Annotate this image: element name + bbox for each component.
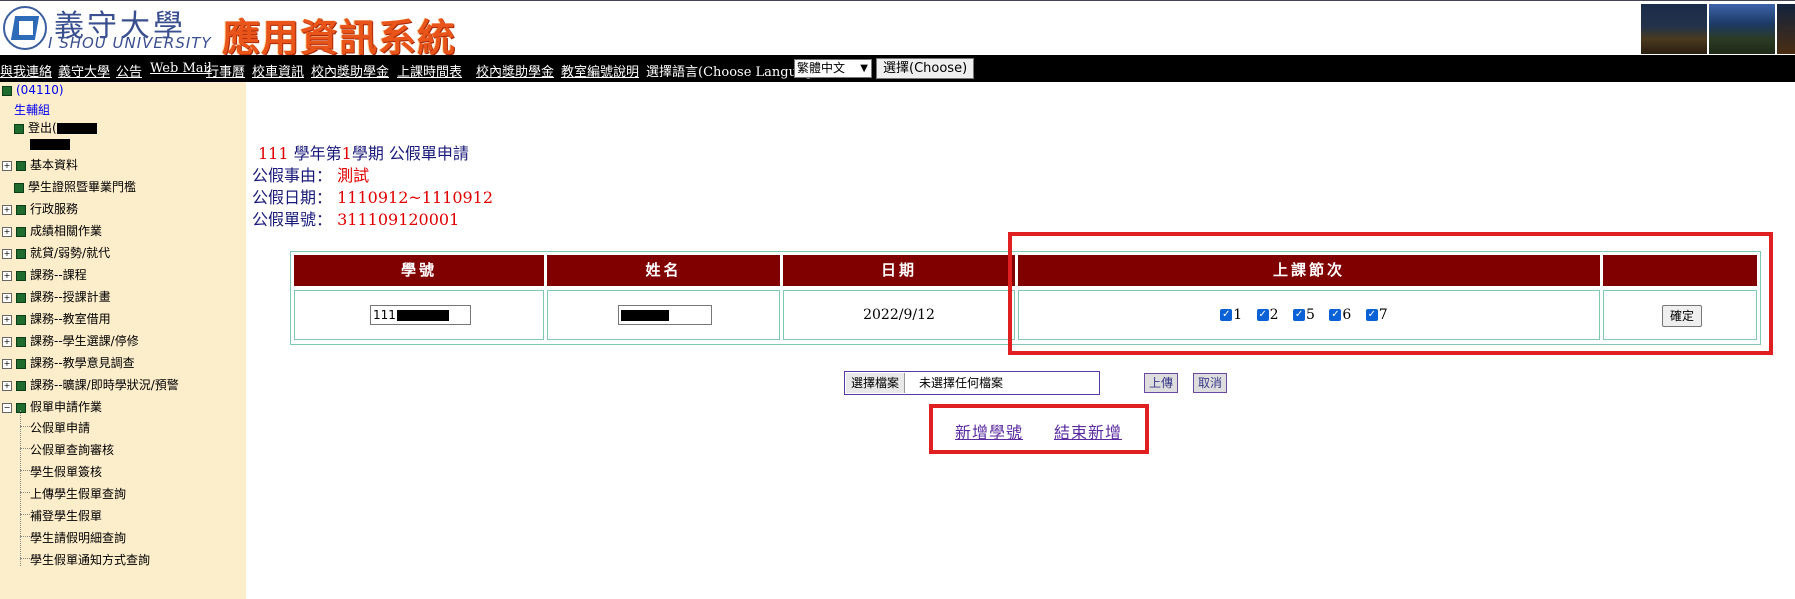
sidebar-item-certificate[interactable]: 學生證照暨畢業門檻 <box>14 178 136 195</box>
folder-icon <box>16 380 26 391</box>
site-header: 義守大學 I SHOU UNIVERSITY 應用資訊系統 <box>0 0 1795 60</box>
university-name-en: I SHOU UNIVERSITY <box>48 34 212 52</box>
redacted-block <box>621 310 669 321</box>
node-icon <box>14 123 24 134</box>
sidebar-item-absence[interactable]: + 課務--曠課/即時學狀況/預警 <box>2 376 179 393</box>
sidebar-subitem-leave-detail[interactable]: 學生請假明細查詢 <box>30 529 126 546</box>
nav-link-scholarship-2[interactable]: 校內獎助學金 <box>476 61 554 80</box>
folder-icon <box>16 336 26 347</box>
tree-dept[interactable]: 生輔組 <box>14 101 50 118</box>
campus-photo-2 <box>1709 4 1775 54</box>
cell-date: 2022/9/12 <box>783 290 1015 340</box>
choose-file-button[interactable]: 選擇檔案 <box>846 373 906 393</box>
folder-icon <box>16 226 26 237</box>
redacted-block <box>396 310 449 321</box>
sidebar-item-basic-info[interactable]: + 基本資料 <box>2 156 78 173</box>
form-title: 111 學年第1學期 公假單申請 <box>258 144 469 163</box>
nav-link-isu[interactable]: 義守大學 <box>58 61 110 80</box>
university-logo <box>3 6 47 50</box>
sidebar-item-survey[interactable]: + 課務--教學意見調查 <box>2 354 135 371</box>
nav-link-contact[interactable]: 與我連絡 <box>0 61 52 80</box>
sidebar-subitem-leave-sign[interactable]: 學生假單簽核 <box>30 463 102 480</box>
campus-photo-1 <box>1641 4 1707 54</box>
file-status: 未選擇任何檔案 <box>919 376 1004 390</box>
folder-icon <box>16 204 26 215</box>
chevron-down-icon: ▼ <box>860 63 868 74</box>
sidebar-subitem-make-up[interactable]: 補登學生假單 <box>30 507 102 524</box>
highlight-box-actions <box>929 404 1149 454</box>
column-header-student-id: 學號 <box>294 255 544 286</box>
sidebar-item-enroll[interactable]: + 課務--學生選課/停修 <box>2 332 139 349</box>
nav-link-scholarship[interactable]: 校內獎助學金 <box>311 61 389 80</box>
sidebar-item-course[interactable]: + 課務--課程 <box>2 266 87 283</box>
folder-icon <box>16 248 26 259</box>
folder-icon <box>16 160 26 171</box>
nav-link-classroom-code[interactable]: 教室編號說明 <box>561 61 639 80</box>
tree-root[interactable]: (04110) <box>2 83 64 97</box>
sidebar-tree: (04110) 生輔組 登出( + 基本資料 學生證照暨畢業門檻 + 行政服務 + 成… <box>0 82 246 599</box>
leave-date: 公假日期： 1110912~1110912 <box>252 188 494 207</box>
campus-photo-3 <box>1777 4 1795 54</box>
sidebar-item-grades[interactable]: + 成績相關作業 <box>2 222 102 239</box>
folder-icon <box>16 270 26 281</box>
folder-icon <box>16 358 26 369</box>
column-header-name: 姓名 <box>547 255 780 286</box>
folder-open-icon <box>16 402 26 413</box>
sidebar-subitem-official-leave[interactable]: 公假單申請 <box>30 419 90 436</box>
cancel-button[interactable]: 取消 <box>1193 373 1228 393</box>
folder-icon <box>16 314 26 325</box>
sidebar-subitem-notify[interactable]: 學生假單通知方式查詢 <box>30 551 150 568</box>
leave-reason: 公假事由： 測試 <box>252 166 370 185</box>
nav-link-webmail[interactable]: Web Mail <box>150 61 212 76</box>
sidebar-item-syllabus[interactable]: + 課務--授課計畫 <box>2 288 111 305</box>
upload-button[interactable]: 上傳 <box>1144 373 1179 393</box>
language-select[interactable]: 繁體中文 ▼ <box>794 59 872 78</box>
collapse-icon[interactable] <box>2 85 12 96</box>
highlight-box-periods <box>1008 232 1773 355</box>
redacted-block <box>56 123 97 134</box>
choose-language-button[interactable]: 選擇(Choose) <box>876 58 975 79</box>
name-input[interactable] <box>618 305 712 325</box>
sidebar-item-leave[interactable]: − 假單申請作業 <box>2 398 102 415</box>
sidebar-item-loans[interactable]: + 就貸/弱勢/就代 <box>2 244 110 261</box>
tree-logout[interactable]: 登出( <box>14 119 97 136</box>
column-header-date: 日期 <box>783 255 1015 286</box>
tree-connector <box>20 410 21 566</box>
sidebar-subitem-upload-query[interactable]: 上傳學生假單查詢 <box>30 485 126 502</box>
nav-link-class-schedule[interactable]: 上課時間表 <box>397 61 462 80</box>
cell-name <box>547 290 780 340</box>
student-id-input[interactable]: 111 <box>370 305 471 325</box>
leave-number: 公假單號： 311109120001 <box>252 210 460 229</box>
nav-link-calendar[interactable]: 行事曆 <box>206 61 245 80</box>
tree-redacted-user <box>30 137 70 151</box>
folder-icon <box>16 292 26 303</box>
sidebar-item-classroom[interactable]: + 課務--教室借用 <box>2 310 111 327</box>
sidebar-item-admin[interactable]: + 行政服務 <box>2 200 78 217</box>
system-title: 應用資訊系統 <box>222 15 457 60</box>
sidebar-subitem-leave-query[interactable]: 公假單查詢審核 <box>30 441 114 458</box>
cell-student-id: 111 <box>294 290 544 340</box>
nav-link-bus[interactable]: 校車資訊 <box>252 61 304 80</box>
nav-link-announcement[interactable]: 公告 <box>116 61 142 80</box>
folder-icon <box>14 182 24 193</box>
file-input[interactable]: 選擇檔案 未選擇任何檔案 <box>844 371 1100 395</box>
top-nav-bar: 與我連絡 義守大學 公告 Web Mail 行事曆 校車資訊 校內獎助學金 上課… <box>0 55 1795 82</box>
